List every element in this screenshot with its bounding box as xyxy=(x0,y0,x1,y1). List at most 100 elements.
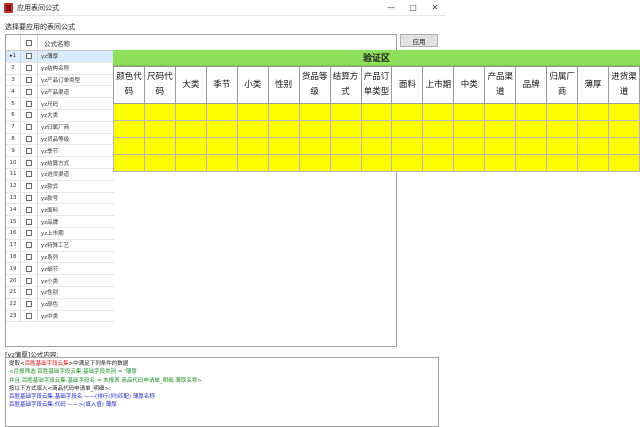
verify-cell[interactable] xyxy=(577,120,609,138)
row-checkbox[interactable] xyxy=(21,168,38,180)
verify-cell[interactable] xyxy=(143,137,176,155)
verify-cell[interactable] xyxy=(391,103,424,121)
verify-cell[interactable] xyxy=(267,137,300,155)
verify-cell[interactable] xyxy=(608,103,640,121)
verify-cell[interactable] xyxy=(453,103,486,121)
verify-cell[interactable] xyxy=(608,137,640,155)
row-checkbox[interactable] xyxy=(21,121,38,133)
verify-cell[interactable] xyxy=(453,154,486,172)
verify-cell[interactable] xyxy=(298,137,331,155)
verify-cell[interactable] xyxy=(608,154,640,172)
verify-cell[interactable] xyxy=(298,103,331,121)
verify-cell[interactable] xyxy=(422,120,455,138)
verify-cell[interactable] xyxy=(453,137,486,155)
formula-row[interactable]: 20 yz小类 xyxy=(6,275,114,287)
verify-cell[interactable] xyxy=(391,154,424,172)
formula-row[interactable]: 12 yz款式 xyxy=(6,180,114,193)
row-checkbox[interactable] xyxy=(21,74,38,86)
verify-cell[interactable] xyxy=(298,154,331,172)
select-all-checkbox[interactable] xyxy=(21,35,38,51)
verify-cell[interactable] xyxy=(113,103,145,121)
verify-cell[interactable] xyxy=(577,137,609,155)
formula-row[interactable]: 14 yz面料 xyxy=(6,204,114,217)
verify-cell[interactable] xyxy=(205,103,238,121)
verify-cell[interactable] xyxy=(422,154,455,172)
row-checkbox[interactable] xyxy=(21,51,38,62)
verify-cell[interactable] xyxy=(236,103,269,121)
formula-row[interactable]: 6 yz大类 xyxy=(6,109,114,122)
verify-cell[interactable] xyxy=(360,103,393,121)
verify-cell[interactable] xyxy=(329,103,362,121)
verify-cell[interactable] xyxy=(391,137,424,155)
verify-cell[interactable] xyxy=(546,120,579,138)
verify-cell[interactable] xyxy=(515,154,548,172)
formula-row[interactable]: 22 yz颜色 xyxy=(6,298,114,311)
row-checkbox[interactable] xyxy=(21,263,38,275)
row-checkbox[interactable] xyxy=(21,133,38,145)
row-checkbox[interactable] xyxy=(21,298,38,310)
row-checkbox[interactable] xyxy=(21,204,38,216)
row-checkbox[interactable] xyxy=(21,192,38,204)
verify-cell[interactable] xyxy=(205,154,238,172)
verify-cell[interactable] xyxy=(484,103,517,121)
formula-row[interactable]: 21 yz性别 xyxy=(6,286,114,299)
formula-row[interactable]: 10 yz结算方式 xyxy=(6,157,114,169)
verify-cell[interactable] xyxy=(174,137,207,155)
verify-cell[interactable] xyxy=(515,137,548,155)
verify-cell[interactable] xyxy=(236,120,269,138)
apply-button[interactable]: 应用 xyxy=(400,34,438,47)
row-checkbox[interactable] xyxy=(21,216,38,227)
verify-cell[interactable] xyxy=(577,103,609,121)
verify-cell[interactable] xyxy=(174,103,207,121)
formula-row[interactable]: 8 yz货品等级 xyxy=(6,133,114,146)
row-checkbox[interactable] xyxy=(21,251,38,263)
formula-row[interactable]: 3 yz产品订单类型 xyxy=(6,74,114,87)
row-checkbox[interactable] xyxy=(21,98,38,109)
formula-row[interactable]: 4 yz产品渠道 xyxy=(6,86,114,99)
verify-cell[interactable] xyxy=(174,154,207,172)
verify-cell[interactable] xyxy=(546,154,579,172)
verify-cell[interactable] xyxy=(267,120,300,138)
verify-cell[interactable] xyxy=(329,154,362,172)
verify-cell[interactable] xyxy=(113,137,145,155)
verify-cell[interactable] xyxy=(577,154,609,172)
formula-row[interactable]: 23 yz中类 xyxy=(6,310,114,323)
verify-cell[interactable] xyxy=(205,137,238,155)
verify-cell[interactable] xyxy=(546,103,579,121)
verify-cell[interactable] xyxy=(453,120,486,138)
minimize-button[interactable]: — xyxy=(380,0,402,16)
row-checkbox[interactable] xyxy=(21,157,38,168)
formula-row[interactable]: 11 yz进货渠道 xyxy=(6,168,114,181)
verify-cell[interactable] xyxy=(205,120,238,138)
verify-cell[interactable] xyxy=(360,120,393,138)
verify-cell[interactable] xyxy=(484,137,517,155)
maximize-button[interactable]: □ xyxy=(402,0,424,16)
row-checkbox[interactable] xyxy=(21,227,38,239)
verify-cell[interactable] xyxy=(360,137,393,155)
row-checkbox[interactable] xyxy=(21,310,38,322)
formula-row[interactable]: 7 yz归属厂商 xyxy=(6,121,114,134)
formula-row[interactable]: 16 yz上市期 xyxy=(6,227,114,240)
formula-row[interactable]: 5 yz尺码 xyxy=(6,98,114,110)
verify-cell[interactable] xyxy=(113,154,145,172)
formula-row[interactable]: 13 yz款号 xyxy=(6,192,114,205)
formula-row[interactable]: 15 yz品牌 xyxy=(6,216,114,228)
row-checkbox[interactable] xyxy=(21,180,38,192)
verify-cell[interactable] xyxy=(515,120,548,138)
row-checkbox[interactable] xyxy=(21,286,38,298)
verify-cell[interactable] xyxy=(267,103,300,121)
verify-cell[interactable] xyxy=(267,154,300,172)
close-button[interactable]: ✕ xyxy=(424,0,446,16)
verify-cell[interactable] xyxy=(546,137,579,155)
verify-cell[interactable] xyxy=(113,120,145,138)
formula-row[interactable]: ▸1 yz薄厚 xyxy=(6,51,114,63)
verify-cell[interactable] xyxy=(515,103,548,121)
verify-cell[interactable] xyxy=(484,154,517,172)
row-checkbox[interactable] xyxy=(21,145,38,157)
verify-cell[interactable] xyxy=(143,103,176,121)
row-checkbox[interactable] xyxy=(21,62,38,74)
verify-cell[interactable] xyxy=(329,137,362,155)
verify-cell[interactable] xyxy=(360,154,393,172)
verify-cell[interactable] xyxy=(143,120,176,138)
verify-cell[interactable] xyxy=(174,120,207,138)
